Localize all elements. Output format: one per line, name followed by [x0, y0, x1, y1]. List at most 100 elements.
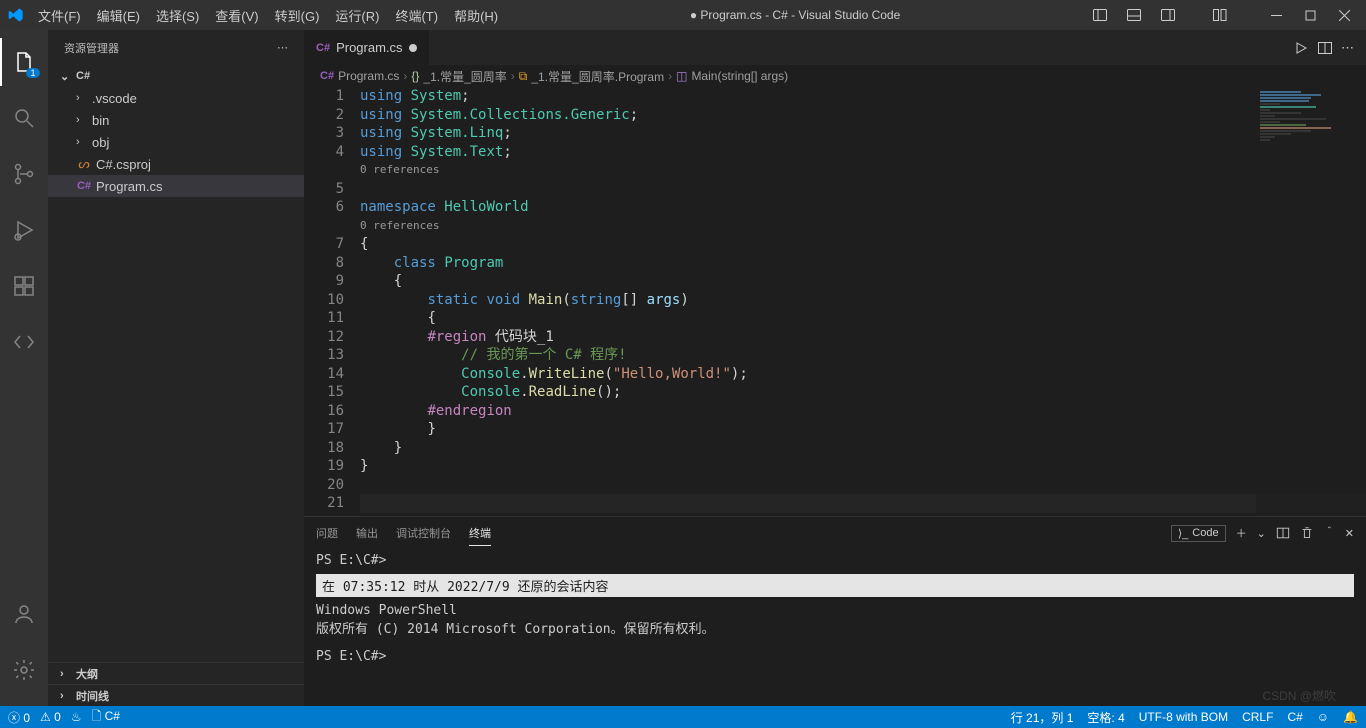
chevron-right-icon: › — [76, 114, 88, 126]
more-actions-icon[interactable]: ⋯ — [1341, 40, 1354, 56]
chevron-right-icon: › — [60, 690, 72, 702]
titlebar: 文件(F) 编辑(E) 选择(S) 查看(V) 转到(G) 运行(R) 终端(T… — [0, 0, 1366, 30]
watermark: CSDN @燃吹 — [1262, 687, 1336, 704]
run-icon[interactable] — [1293, 40, 1309, 56]
panel: 问题 输出 调试控制台 终端 ⟩_Code ＋ ⌄ ＾ ✕ PS E — [304, 516, 1366, 706]
split-terminal-icon[interactable] — [1276, 526, 1290, 540]
minimap[interactable] — [1256, 87, 1366, 516]
breadcrumb-namespace[interactable]: _1.常量_圆周率 — [423, 68, 506, 85]
workspace-root-label: C# — [76, 70, 90, 82]
status-errors[interactable]: ⓧ 0 — [8, 709, 30, 726]
statusbar: ⓧ 0 ⚠ 0 ♨ 🗋 C# 行 21，列 1 空格: 4 UTF-8 with… — [0, 706, 1366, 728]
panel-tab-terminal[interactable]: 终端 — [469, 521, 491, 546]
sidebar-more-icon[interactable]: ⋯ — [277, 41, 288, 54]
terminal-dropdown-icon[interactable]: ⌄ — [1257, 527, 1266, 540]
menu-run[interactable]: 运行(R) — [329, 2, 385, 29]
file-csproj[interactable]: ᔕ C#.csproj — [48, 153, 304, 175]
terminal-body[interactable]: PS E:\C#> 在 07:35:12 时从 2022/7/9 还原的会话内容… — [304, 549, 1366, 706]
split-editor-icon[interactable] — [1317, 40, 1333, 56]
menu-edit[interactable]: 编辑(E) — [91, 2, 146, 29]
toggle-secondary-sidebar-icon[interactable] — [1154, 4, 1182, 26]
menu-help[interactable]: 帮助(H) — [448, 2, 504, 29]
toggle-panel-icon[interactable] — [1120, 4, 1148, 26]
status-project[interactable]: 🗋 C# — [92, 707, 120, 728]
tab-label: Program.cs — [336, 40, 402, 55]
outline-section[interactable]: ›大纲 — [48, 662, 304, 684]
menu-view[interactable]: 查看(V) — [209, 2, 264, 29]
close-icon[interactable] — [1330, 4, 1358, 26]
kill-terminal-icon[interactable] — [1300, 526, 1314, 540]
window-title: ● Program.cs - C# - Visual Studio Code — [504, 8, 1086, 22]
launch-profile[interactable]: ⟩_Code — [1171, 525, 1226, 542]
code-editor[interactable]: 1234 56 789101112131415161718192021 usin… — [304, 87, 1366, 516]
file-program-cs[interactable]: C#Program.cs — [48, 175, 304, 197]
terminal-line: Windows PowerShell — [316, 603, 1354, 618]
source-control-icon[interactable] — [0, 150, 48, 198]
status-bell-icon[interactable]: 🔔 — [1343, 710, 1358, 724]
status-line-col[interactable]: 行 21，列 1 — [1011, 709, 1074, 726]
maximize-icon[interactable] — [1296, 4, 1324, 26]
panel-tab-output[interactable]: 输出 — [356, 521, 378, 545]
chevron-right-icon: › — [60, 668, 72, 680]
vscode-logo-icon — [8, 7, 24, 23]
unsaved-dot-icon — [409, 44, 417, 52]
tree-label: C#.csproj — [96, 157, 151, 172]
close-panel-icon[interactable]: ✕ — [1345, 527, 1354, 540]
tab-program-cs[interactable]: C# Program.cs — [304, 30, 430, 65]
folder-obj[interactable]: › obj — [48, 131, 304, 153]
status-indent[interactable]: 空格: 4 — [1087, 709, 1124, 726]
terminal-line: 版权所有 (C) 2014 Microsoft Corporation。保留所有… — [316, 618, 1354, 637]
timeline-section[interactable]: ›时间线 — [48, 684, 304, 706]
maximize-panel-icon[interactable]: ＾ — [1324, 525, 1335, 541]
toggle-primary-sidebar-icon[interactable] — [1086, 4, 1114, 26]
minimize-icon[interactable] — [1262, 4, 1290, 26]
csproj-file-icon: ᔕ — [76, 156, 92, 172]
status-feedback-icon[interactable]: ☺ — [1317, 710, 1329, 724]
new-terminal-icon[interactable]: ＋ — [1236, 525, 1247, 541]
explorer-icon[interactable]: 1 — [0, 38, 48, 86]
menubar: 文件(F) 编辑(E) 选择(S) 查看(V) 转到(G) 运行(R) 终端(T… — [32, 2, 504, 29]
code-lines[interactable]: using System; using System.Collections.G… — [360, 87, 1366, 516]
breadcrumb-file[interactable]: Program.cs — [338, 69, 399, 83]
run-debug-icon[interactable] — [0, 206, 48, 254]
explorer-tree: ⌄ C# ›.vscode › bin › obj ᔕ C#.csproj C#Pro… — [48, 65, 304, 662]
menu-selection[interactable]: 选择(S) — [150, 2, 205, 29]
folder-vscode[interactable]: ›.vscode — [48, 87, 304, 109]
menu-terminal[interactable]: 终端(T) — [389, 2, 444, 29]
terminal-line: PS E:\C#> — [316, 649, 1354, 664]
workspace-root[interactable]: ⌄ C# — [48, 65, 304, 87]
method-icon: ◫ — [676, 69, 687, 83]
menu-file[interactable]: 文件(F) — [32, 2, 87, 29]
status-encoding[interactable]: UTF-8 with BOM — [1139, 710, 1228, 724]
status-warnings[interactable]: ⚠ 0 — [40, 710, 61, 724]
breadcrumb-class[interactable]: _1.常量_圆周率.Program — [531, 68, 664, 85]
panel-tabs: 问题 输出 调试控制台 终端 ⟩_Code ＋ ⌄ ＾ ✕ — [304, 517, 1366, 549]
menu-go[interactable]: 转到(G) — [269, 2, 326, 29]
status-flame-icon[interactable]: ♨ — [71, 710, 82, 724]
class-icon: ⧉ — [519, 69, 528, 84]
search-icon[interactable] — [0, 94, 48, 142]
breadcrumb-method[interactable]: Main(string[] args) — [691, 69, 788, 83]
status-language[interactable]: C# — [1287, 710, 1302, 724]
status-eol[interactable]: CRLF — [1242, 710, 1273, 724]
panel-actions: ⟩_Code ＋ ⌄ ＾ ✕ — [1171, 525, 1354, 542]
folder-bin[interactable]: › bin — [48, 109, 304, 131]
tree-label: obj — [92, 135, 109, 150]
customize-layout-icon[interactable] — [1206, 4, 1234, 26]
panel-tab-debug-console[interactable]: 调试控制台 — [396, 521, 451, 545]
session-restore-bar: 在 07:35:12 时从 2022/7/9 还原的会话内容 — [316, 574, 1354, 597]
chevron-right-icon: › — [76, 136, 88, 148]
remote-icon[interactable] — [0, 318, 48, 366]
breadcrumb[interactable]: C# Program.cs › {} _1.常量_圆周率 › ⧉ _1.常量_圆… — [304, 65, 1366, 87]
tabs-actions: ⋯ — [1293, 30, 1366, 65]
panel-tab-problems[interactable]: 问题 — [316, 521, 338, 545]
csharp-file-icon: C# — [320, 70, 334, 82]
csharp-file-icon: C# — [76, 180, 92, 192]
tree-label: .vscode — [92, 91, 137, 106]
tree-label: bin — [92, 113, 109, 128]
settings-gear-icon[interactable] — [0, 646, 48, 694]
sidebar-title: 资源管理器 — [64, 40, 119, 56]
editor-tabs: C# Program.cs ⋯ — [304, 30, 1366, 65]
extensions-icon[interactable] — [0, 262, 48, 310]
accounts-icon[interactable] — [0, 590, 48, 638]
